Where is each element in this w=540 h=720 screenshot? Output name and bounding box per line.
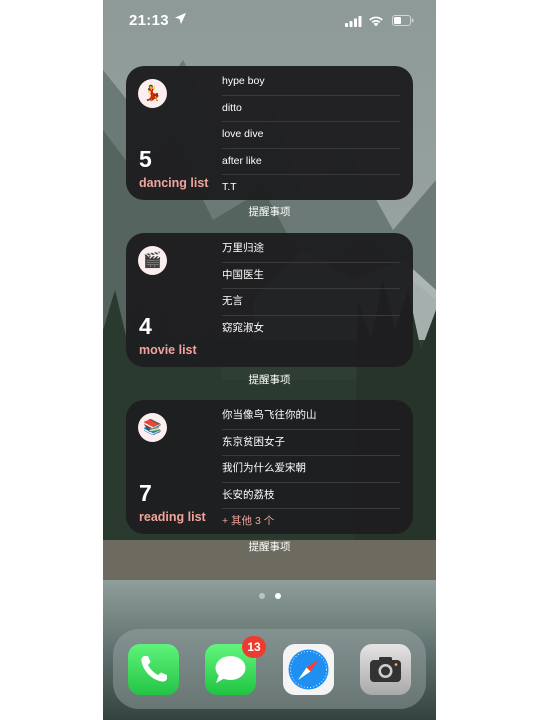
reminder-item[interactable]: after like (222, 149, 400, 175)
dock (113, 629, 426, 709)
reminder-item[interactable]: 你当像鸟飞往你的山 (222, 403, 400, 430)
phone-app[interactable] (128, 644, 179, 695)
battery-icon (392, 15, 414, 26)
reminder-item[interactable]: hype boy (222, 69, 400, 96)
books-emoji-icon: 📚 (138, 413, 167, 442)
widget-caption: 提醒事项 (248, 374, 291, 386)
reminder-item[interactable]: love dive (222, 122, 400, 149)
reminder-list: 你当像鸟飞往你的山 东京贫困女子 我们为什么爱宋朝 长安的荔枝 + 其他 3 个 (222, 403, 400, 535)
reminder-item[interactable]: 万里归途 (222, 236, 400, 263)
reminder-list: 万里归途 中国医生 无言 窈窕淑女 (222, 236, 400, 341)
messages-badge: 13 (242, 636, 266, 658)
reminder-list: hype boy ditto love dive after like T.T (222, 69, 400, 201)
reminder-item[interactable]: 窈窕淑女 (222, 316, 400, 342)
safari-compass-icon (288, 649, 329, 690)
safari-app[interactable] (283, 644, 334, 695)
reminder-item[interactable]: 长安的荔枝 (222, 483, 400, 509)
camera-app[interactable] (360, 644, 411, 695)
dancer-emoji-icon: 💃 (138, 79, 167, 108)
widget-title: movie list (139, 343, 197, 357)
clapperboard-emoji-icon: 🎬 (138, 246, 167, 275)
status-bar: 21:13 (103, 0, 436, 44)
location-arrow-icon (174, 12, 187, 25)
more-items-label: + 其他 3 个 (222, 515, 275, 527)
wifi-icon (369, 16, 383, 27)
reminder-item[interactable]: T.T (222, 175, 400, 201)
reminders-widget-dancing[interactable]: 💃 5 dancing list hype boy ditto love div… (126, 66, 413, 200)
reminders-widget-reading[interactable]: 📚 7 reading list 你当像鸟飞往你的山 东京贫困女子 我们为什么爱… (126, 400, 413, 534)
status-time: 21:13 (129, 12, 169, 29)
reminders-widget-movie[interactable]: 🎬 4 movie list 万里归途 中国医生 无言 窈窕淑女 (126, 233, 413, 367)
widget-title: reading list (139, 510, 206, 524)
page-dot[interactable] (259, 593, 265, 599)
reminder-item[interactable]: ditto (222, 96, 400, 122)
page-indicator[interactable] (259, 593, 281, 599)
widget-count: 4 (139, 313, 152, 339)
widget-count: 5 (139, 146, 152, 172)
cellular-signal-icon (345, 16, 362, 27)
page-dot-active[interactable] (275, 593, 281, 599)
more-items-link[interactable]: + 其他 3 个 (222, 509, 400, 535)
widget-caption: 提醒事项 (248, 206, 291, 218)
camera-icon (370, 657, 401, 682)
home-screen: 21:13 💃 5 dancing list hype boy ditto lo… (103, 0, 436, 720)
reminder-item[interactable]: 东京贫困女子 (222, 430, 400, 456)
reminder-item[interactable]: 无言 (222, 289, 400, 316)
reminder-item[interactable]: 中国医生 (222, 263, 400, 289)
phone-icon (141, 656, 167, 682)
widget-title: dancing list (139, 176, 209, 190)
reminder-item[interactable]: 我们为什么爱宋朝 (222, 456, 400, 483)
widget-count: 7 (139, 480, 152, 506)
widget-caption: 提醒事项 (248, 541, 291, 553)
